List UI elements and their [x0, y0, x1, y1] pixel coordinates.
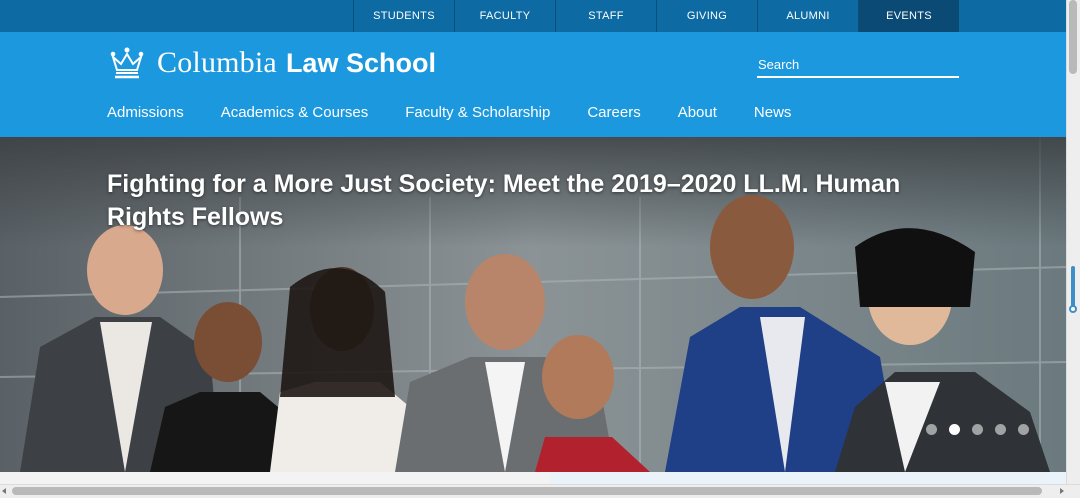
nav-item-admissions[interactable]: Admissions	[107, 104, 184, 121]
carousel-dot-2[interactable]	[949, 424, 960, 435]
hero-title[interactable]: Fighting for a More Just Society: Meet t…	[107, 168, 977, 234]
below-hero-strip	[550, 472, 1066, 484]
nav-item-academics-courses[interactable]: Academics & Courses	[221, 104, 369, 121]
vertical-scroll-thumb[interactable]	[1069, 0, 1077, 74]
scroll-right-arrow-icon[interactable]	[1060, 488, 1064, 494]
nav-item-faculty-scholarship[interactable]: Faculty & Scholarship	[405, 104, 550, 121]
crown-icon	[110, 47, 144, 79]
scroll-position-dot	[1069, 305, 1077, 313]
logo-text-law-school: Law School	[285, 47, 436, 78]
carousel-dot-4[interactable]	[995, 424, 1006, 435]
carousel-dot-1[interactable]	[926, 424, 937, 435]
horizontal-scroll-thumb[interactable]	[12, 487, 1042, 495]
utility-link-faculty[interactable]: FACULTY	[454, 0, 555, 32]
page: STUDENTS FACULTY STAFF GIVING ALUMNI EVE…	[0, 0, 1080, 498]
utility-link-giving[interactable]: GIVING	[656, 0, 757, 32]
search-input[interactable]	[757, 52, 959, 76]
search-box	[757, 52, 959, 78]
utility-bar: STUDENTS FACULTY STAFF GIVING ALUMNI EVE…	[0, 0, 1066, 32]
carousel-dot-3[interactable]	[972, 424, 983, 435]
hero-carousel[interactable]: Fighting for a More Just Society: Meet t…	[0, 137, 1066, 472]
scroll-left-arrow-icon[interactable]	[2, 488, 6, 494]
carousel-dot-5[interactable]	[1018, 424, 1029, 435]
utility-link-students[interactable]: STUDENTS	[353, 0, 454, 32]
nav-item-news[interactable]: News	[754, 104, 792, 121]
utility-link-events[interactable]: EVENTS	[858, 0, 959, 32]
nav-item-about[interactable]: About	[678, 104, 717, 121]
utility-link-alumni[interactable]: ALUMNI	[757, 0, 858, 32]
scroll-position-marker	[1071, 266, 1075, 310]
utility-links: STUDENTS FACULTY STAFF GIVING ALUMNI EVE…	[353, 0, 959, 32]
site-logo[interactable]: Columbia Law School	[107, 45, 436, 81]
carousel-dots	[926, 424, 1041, 435]
utility-link-staff[interactable]: STAFF	[555, 0, 656, 32]
site-header: Columbia Law School Admissions Academics…	[0, 32, 1066, 137]
nav-item-careers[interactable]: Careers	[587, 104, 640, 121]
logo-text-columbia: Columbia	[157, 46, 277, 79]
main-nav: Admissions Academics & Courses Faculty &…	[107, 104, 828, 121]
